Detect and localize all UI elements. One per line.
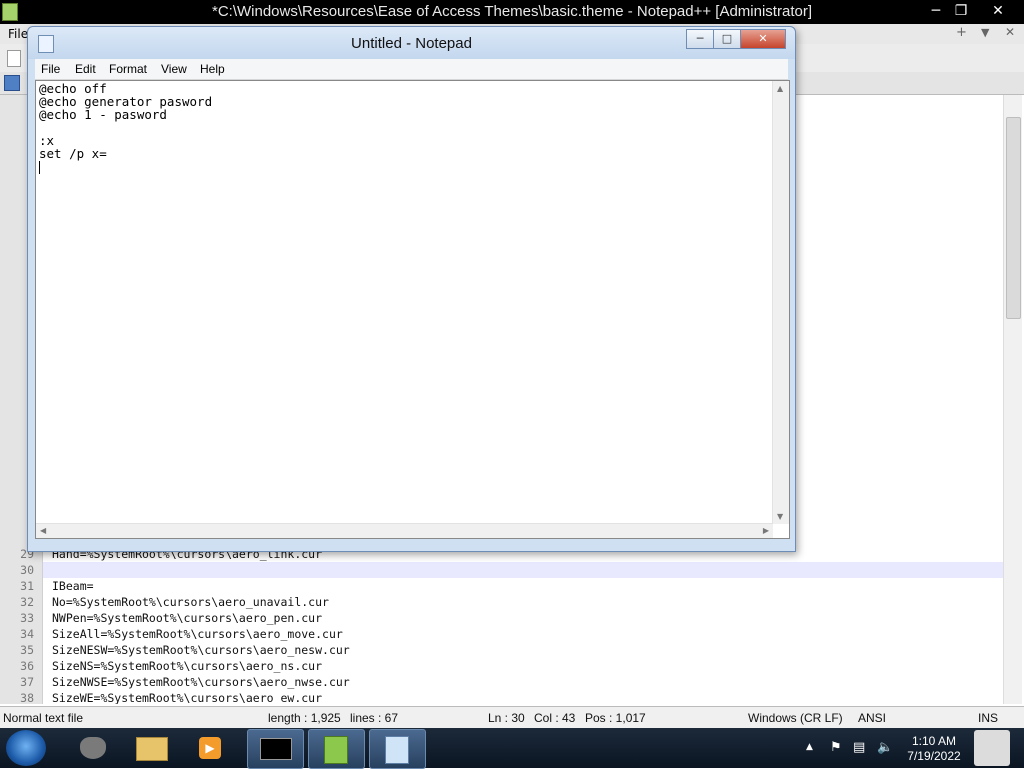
notepad-text-area[interactable]: @echo off @echo generator pasword @echo …	[35, 80, 790, 539]
status-lines: lines : 67	[350, 711, 399, 725]
notepadpp-icon	[324, 736, 348, 764]
clock-date: 7/19/2022	[907, 749, 961, 763]
current-line-highlight	[43, 562, 1003, 578]
notepad-hscroll[interactable]: ◀ ▶	[36, 523, 773, 538]
tab-add-icon[interactable]: +	[956, 25, 967, 40]
taskbar-notepad[interactable]	[369, 729, 426, 769]
line-number: 37	[20, 675, 34, 689]
status-mode: INS	[978, 711, 999, 725]
menu-view[interactable]: View	[161, 62, 187, 76]
notepad-close-button[interactable]: ✕	[740, 29, 786, 49]
notepad-icon	[385, 736, 409, 764]
text-line: set /p x=	[39, 146, 107, 161]
notepad-titlebar[interactable]: Untitled - Notepad ─ □ ✕	[28, 27, 795, 59]
tab-list-icon[interactable]: ▼	[981, 26, 989, 39]
clock[interactable]: 1:10 AM 7/19/2022	[895, 734, 973, 764]
line-number: 30	[20, 563, 34, 577]
notepad-title: Untitled - Notepad	[351, 35, 472, 52]
code-line: SizeWE=%SystemRoot%\cursors\aero_ew.cur	[52, 691, 323, 704]
code-line: No=%SystemRoot%\cursors\aero_unavail.cur	[52, 595, 329, 609]
menu-format[interactable]: Format	[109, 62, 147, 76]
notepad-vscroll[interactable]: ▲ ▼	[772, 81, 789, 524]
notepad-menubar: File Edit Format View Help	[35, 59, 788, 80]
cmd-icon	[260, 738, 292, 760]
notepad-window: Untitled - Notepad ─ □ ✕ File Edit Forma…	[27, 26, 796, 552]
tab-basic-theme[interactable]	[4, 75, 20, 91]
line-number: 33	[20, 611, 34, 625]
folder-icon	[136, 737, 168, 761]
start-button[interactable]	[6, 730, 46, 766]
code-line: SizeAll=%SystemRoot%\cursors\aero_move.c…	[52, 627, 343, 641]
taskbar-cmd[interactable]	[247, 729, 304, 769]
scroll-right-icon[interactable]: ▶	[763, 526, 769, 535]
taskbar-notepadpp[interactable]	[308, 729, 365, 769]
line-number: 36	[20, 659, 34, 673]
notepadpp-statusbar: Normal text file length : 1,925 lines : …	[0, 706, 1024, 729]
line-number: 32	[20, 595, 34, 609]
notepadpp-titlebar: *C:\Windows\Resources\Ease of Access The…	[0, 0, 1024, 24]
status-eol[interactable]: Windows (CR LF)	[748, 711, 843, 725]
action-center-flag-icon[interactable]: ⚑	[830, 740, 842, 755]
line-number: 38	[20, 691, 34, 705]
menu-help[interactable]: Help	[200, 62, 225, 76]
status-ln: Ln : 30	[488, 711, 525, 725]
status-encoding[interactable]: ANSI	[858, 711, 886, 725]
code-line: NWPen=%SystemRoot%\cursors\aero_pen.cur	[52, 611, 323, 625]
taskbar-raccoon-app[interactable]	[66, 729, 121, 767]
notepad-maximize-button[interactable]: □	[713, 29, 741, 49]
notepadpp-vscroll[interactable]	[1003, 95, 1022, 704]
text-line: @echo 1 - pasword	[39, 107, 167, 122]
code-line: SizeNESW=%SystemRoot%\cursors\aero_nesw.…	[52, 643, 350, 657]
line-number: 34	[20, 627, 34, 641]
status-length: length : 1,925	[268, 711, 341, 725]
taskbar: ▶ ▲ ⚑ ▤ 🔈 1:10 AM 7/19/2022	[0, 728, 1024, 769]
line-number: 31	[20, 579, 34, 593]
notepadpp-title: *C:\Windows\Resources\Ease of Access The…	[212, 3, 812, 20]
new-file-icon[interactable]	[7, 50, 21, 67]
code-line: IBeam=	[52, 579, 94, 593]
status-pos: Pos : 1,017	[585, 711, 646, 725]
show-hidden-icons-icon[interactable]: ▲	[806, 742, 813, 752]
scroll-down-icon[interactable]: ▼	[777, 512, 783, 521]
scroll-thumb[interactable]	[1006, 117, 1021, 319]
menu-file[interactable]: File	[8, 27, 28, 41]
status-file-type: Normal text file	[3, 711, 84, 725]
network-icon[interactable]: ▤	[853, 740, 865, 755]
avatar	[974, 730, 1010, 766]
taskbar-explorer[interactable]	[124, 729, 179, 767]
menu-file[interactable]: File	[41, 62, 60, 76]
notepad-minimize-button[interactable]: ─	[686, 29, 714, 49]
tab-close-icon[interactable]: ✕	[1005, 25, 1015, 39]
text-caret	[39, 161, 40, 174]
close-button[interactable]: ✕	[980, 0, 1016, 22]
taskbar-media-player[interactable]: ▶	[182, 729, 237, 767]
code-line: SizeNWSE=%SystemRoot%\cursors\aero_nwse.…	[52, 675, 350, 689]
volume-icon[interactable]: 🔈	[877, 740, 893, 755]
restore-button[interactable]: ❐	[944, 0, 978, 22]
media-player-icon: ▶	[199, 737, 221, 759]
scroll-up-icon[interactable]: ▲	[777, 84, 783, 93]
line-number: 35	[20, 643, 34, 657]
raccoon-icon	[80, 737, 106, 759]
menu-edit[interactable]: Edit	[75, 62, 96, 76]
status-col: Col : 43	[534, 711, 576, 725]
clock-time: 1:10 AM	[911, 734, 957, 748]
scroll-left-icon[interactable]: ◀	[40, 526, 46, 535]
code-line: SizeNS=%SystemRoot%\cursors\aero_ns.cur	[52, 659, 323, 673]
